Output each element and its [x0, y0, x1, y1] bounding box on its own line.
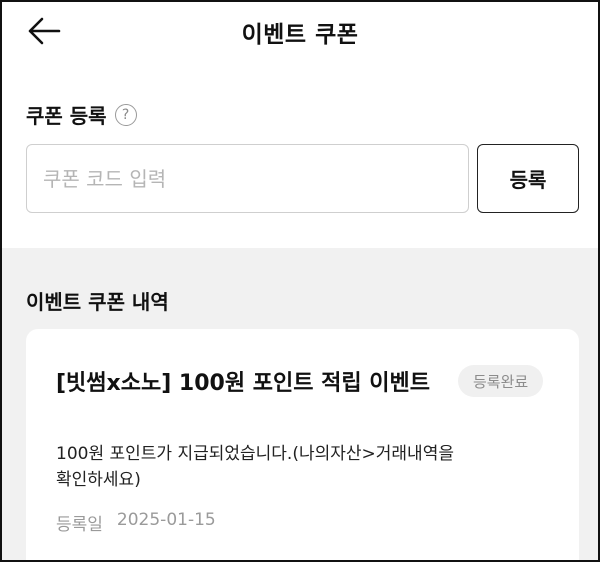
arrow-left-icon — [28, 17, 61, 45]
coupon-history-card: [빗썸x소노] 100원 포인트 적립 이벤트 등록완료 100원 포인트가 지… — [26, 329, 579, 560]
question-circle-icon[interactable]: ? — [114, 103, 137, 126]
app-screen: 이벤트 쿠폰 쿠폰 등록 ? 등록 이벤트 쿠폰 내역 [빗썸x소노] 100원… — [0, 0, 600, 562]
coupon-code-input[interactable] — [26, 144, 469, 213]
coupon-register-label: 쿠폰 등록 — [26, 104, 107, 128]
coupon-register-label-row: 쿠폰 등록 ? — [26, 100, 137, 129]
register-button[interactable]: 등록 — [477, 144, 579, 213]
coupon-register-section: 쿠폰 등록 ? 등록 — [2, 62, 598, 248]
page-title: 이벤트 쿠폰 — [241, 22, 359, 48]
coupon-history-section: 이벤트 쿠폰 내역 [빗썸x소노] 100원 포인트 적립 이벤트 등록완료 1… — [2, 248, 598, 560]
back-button[interactable] — [26, 14, 62, 48]
coupon-description: 100원 포인트가 지급되었습니다.(나의자산>거래내역을 확인하세요) — [56, 444, 454, 490]
registration-date-label: 등록일 — [56, 515, 103, 535]
coupon-history-title: 이벤트 쿠폰 내역 — [26, 290, 169, 314]
registration-date-value: 2025-01-15 — [116, 510, 216, 530]
status-badge: 등록완료 — [458, 365, 544, 397]
coupon-name: [빗썸x소노] 100원 포인트 적립 이벤트 — [56, 371, 430, 396]
top-header: 이벤트 쿠폰 — [2, 2, 598, 62]
registration-date-row: 등록일 2025-01-15 — [56, 510, 216, 535]
